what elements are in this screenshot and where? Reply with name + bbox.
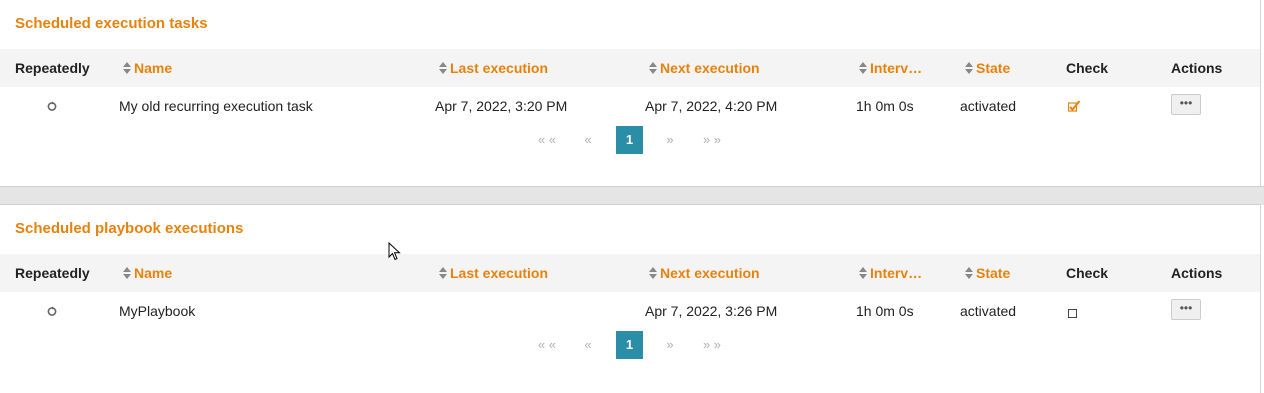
column-repeatedly: Repeatedly bbox=[15, 265, 90, 281]
pager-next[interactable]: » bbox=[660, 126, 680, 154]
column-state[interactable]: State bbox=[965, 254, 1010, 292]
pager-last[interactable]: » » bbox=[697, 126, 727, 154]
table-row: MyPlaybook Apr 7, 2022, 3:26 PM 1h 0m 0s… bbox=[0, 292, 1260, 330]
repeat-icon bbox=[47, 101, 57, 111]
sort-icon bbox=[859, 267, 867, 279]
panel-title: Scheduled execution tasks bbox=[15, 15, 208, 32]
column-check: Check bbox=[1066, 60, 1109, 76]
sort-icon bbox=[965, 62, 973, 74]
checked-checkbox-icon[interactable] bbox=[1068, 100, 1080, 112]
next-execution: Apr 7, 2022, 3:26 PM bbox=[645, 303, 778, 319]
pager-next[interactable]: » bbox=[660, 331, 680, 359]
pager-current-page[interactable]: 1 bbox=[616, 126, 643, 154]
sort-icon bbox=[649, 267, 657, 279]
mouse-cursor-icon bbox=[388, 242, 401, 261]
sort-icon bbox=[123, 62, 131, 74]
repeat-icon bbox=[47, 306, 57, 316]
column-last-execution[interactable]: Last execution bbox=[439, 254, 548, 292]
panel-title: Scheduled playbook executions bbox=[15, 220, 244, 237]
unchecked-checkbox-icon[interactable] bbox=[1068, 309, 1077, 318]
column-actions: Actions bbox=[1171, 60, 1223, 76]
interval: 1h 0m 0s bbox=[856, 98, 914, 114]
panel-separator bbox=[0, 186, 1264, 205]
column-last-execution[interactable]: Last execution bbox=[439, 49, 548, 87]
scheduled-playbook-executions-panel: Scheduled playbook executions Repeatedly… bbox=[0, 204, 1261, 393]
actions-button[interactable]: ••• bbox=[1171, 299, 1201, 320]
state: activated bbox=[960, 98, 1017, 114]
sort-icon bbox=[123, 267, 131, 279]
pager-prev[interactable]: « bbox=[578, 331, 598, 359]
column-repeatedly: Repeatedly bbox=[15, 60, 90, 76]
pager-first[interactable]: « « bbox=[532, 126, 562, 154]
actions-button[interactable]: ••• bbox=[1171, 94, 1201, 115]
column-interval[interactable]: Interv… bbox=[859, 254, 922, 292]
column-interval[interactable]: Interv… bbox=[859, 49, 922, 87]
column-state[interactable]: State bbox=[965, 49, 1010, 87]
state: activated bbox=[960, 303, 1017, 319]
sort-icon bbox=[439, 267, 447, 279]
column-actions: Actions bbox=[1171, 265, 1223, 281]
column-name[interactable]: Name bbox=[123, 49, 172, 87]
table-header: Repeatedly Name Last execution Next exec… bbox=[0, 49, 1260, 87]
next-execution: Apr 7, 2022, 4:20 PM bbox=[645, 98, 778, 114]
table-header: Repeatedly Name Last execution Next exec… bbox=[0, 254, 1260, 292]
sort-icon bbox=[439, 62, 447, 74]
sort-icon bbox=[859, 62, 867, 74]
last-execution: Apr 7, 2022, 3:20 PM bbox=[435, 98, 568, 114]
pager-current-page[interactable]: 1 bbox=[616, 331, 643, 359]
pagination: « « « 1 » » » bbox=[0, 331, 1260, 359]
interval: 1h 0m 0s bbox=[856, 303, 914, 319]
table-row: My old recurring execution task Apr 7, 2… bbox=[0, 87, 1260, 125]
pagination: « « « 1 » » » bbox=[0, 126, 1260, 154]
pager-prev[interactable]: « bbox=[578, 126, 598, 154]
column-check: Check bbox=[1066, 265, 1109, 281]
pager-last[interactable]: » » bbox=[697, 331, 727, 359]
column-next-execution[interactable]: Next execution bbox=[649, 254, 760, 292]
pager-first[interactable]: « « bbox=[532, 331, 562, 359]
column-name[interactable]: Name bbox=[123, 254, 172, 292]
task-name: My old recurring execution task bbox=[119, 98, 313, 114]
sort-icon bbox=[649, 62, 657, 74]
playbook-name: MyPlaybook bbox=[119, 303, 196, 319]
column-next-execution[interactable]: Next execution bbox=[649, 49, 760, 87]
sort-icon bbox=[965, 267, 973, 279]
scheduled-execution-tasks-panel: Scheduled execution tasks Repeatedly Nam… bbox=[0, 0, 1261, 186]
